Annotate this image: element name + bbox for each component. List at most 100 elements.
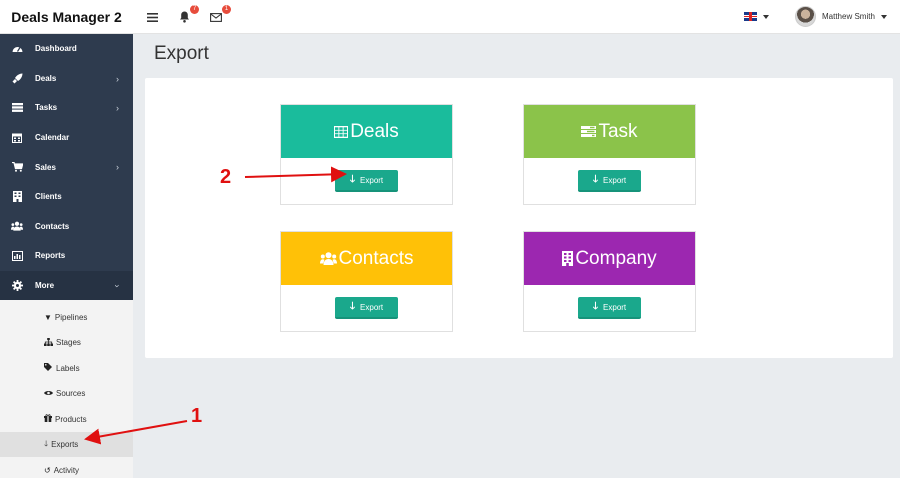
building-icon	[562, 251, 574, 266]
export-card-task: Task 🡓 Export	[523, 104, 696, 205]
history-icon: ↺	[44, 465, 51, 475]
notifications-badge: 7	[190, 5, 199, 14]
sidebar-item-label: Dashboard	[35, 44, 77, 54]
button-label: Export	[603, 302, 627, 312]
sidebar-item-label: Sales	[35, 162, 56, 172]
card-body: 🡓 Export	[524, 285, 695, 331]
sitemap-icon	[44, 337, 53, 348]
sidebar-item-dashboard[interactable]: Dashboard	[0, 34, 133, 64]
submenu-item-label: Exports	[51, 440, 79, 450]
tags-icon	[44, 363, 53, 373]
eye-icon	[44, 389, 53, 398]
tasks-icon	[11, 102, 23, 114]
filter-icon: ▼	[44, 312, 52, 322]
page-title: Export	[154, 43, 209, 64]
submenu-item-sources[interactable]: Sources	[0, 381, 133, 407]
card-header: Task	[524, 105, 695, 158]
chart-icon	[11, 250, 23, 262]
language-selector[interactable]	[744, 12, 769, 21]
card-title: Deals	[350, 120, 399, 142]
sidebar-item-label: Clients	[35, 192, 62, 202]
sidebar-main-nav: Dashboard Deals › Tasks › Calendar Sales…	[0, 34, 133, 301]
top-bar: Deals Manager 2 7 1 Matthew Smith	[0, 0, 900, 34]
submenu-item-activity[interactable]: ↺ Activity	[0, 457, 133, 478]
sidebar-item-sales[interactable]: Sales ›	[0, 152, 133, 182]
users-icon	[319, 252, 337, 265]
submenu-item-exports[interactable]: 🡓 Exports	[0, 431, 133, 458]
submenu-item-label: Sources	[56, 389, 86, 399]
submenu-item-labels[interactable]: Labels	[0, 355, 133, 381]
submenu-item-pipelines[interactable]: ▼ Pipelines	[0, 304, 133, 330]
submenu-item-stages[interactable]: Stages	[0, 330, 133, 356]
sidebar-item-clients[interactable]: Clients	[0, 182, 133, 212]
tasks-icon	[581, 126, 597, 137]
sidebar-item-calendar[interactable]: Calendar	[0, 123, 133, 153]
sidebar-item-label: Contacts	[35, 221, 70, 231]
sidebar-item-label: More	[35, 281, 55, 291]
arrow-down-icon: 🡓	[44, 438, 49, 448]
messages-badge: 1	[222, 5, 231, 14]
export-panel: Deals 🡓 Export Task 🡓 Export Contacts 🡓 …	[145, 78, 893, 358]
submenu-item-label: Pipelines	[54, 312, 88, 322]
user-menu[interactable]: Matthew Smith	[795, 6, 887, 27]
chevron-down-icon: ›	[112, 284, 123, 288]
avatar	[795, 6, 816, 27]
messages-envelope-icon[interactable]: 1	[207, 5, 231, 25]
export-contacts-button[interactable]: 🡓 Export	[335, 297, 398, 319]
users-icon	[11, 220, 23, 232]
arrow-down-icon: 🡓	[592, 173, 599, 185]
annotation-number-1: 1	[191, 405, 203, 427]
sidebar-item-more[interactable]: More ›	[0, 270, 133, 301]
button-label: Export	[360, 302, 384, 312]
rocket-icon	[11, 72, 23, 84]
card-title: Task	[598, 120, 638, 142]
card-header: Contacts	[281, 232, 452, 285]
sidebar-item-label: Tasks	[35, 103, 58, 113]
submenu-item-label: Labels	[56, 363, 80, 373]
arrow-down-icon: 🡓	[592, 300, 599, 312]
export-deals-button[interactable]: 🡓 Export	[335, 170, 398, 192]
notifications-bell-icon[interactable]: 7	[175, 5, 199, 25]
sidebar-item-contacts[interactable]: Contacts	[0, 212, 133, 242]
user-name: Matthew Smith	[822, 12, 875, 21]
chevron-right-icon: ›	[116, 73, 119, 84]
export-card-deals: Deals 🡓 Export	[280, 104, 453, 205]
sidebar-item-label: Reports	[35, 251, 66, 261]
sidebar-item-reports[interactable]: Reports	[0, 241, 133, 271]
submenu-item-label: Activity	[53, 465, 80, 475]
calendar-icon	[11, 132, 23, 144]
card-header: Company	[524, 232, 695, 285]
card-body: 🡓 Export	[281, 285, 452, 331]
menu-toggle-icon[interactable]	[143, 9, 161, 25]
export-company-button[interactable]: 🡓 Export	[578, 297, 641, 319]
arrow-down-icon: 🡓	[349, 300, 356, 312]
button-label: Export	[603, 175, 627, 185]
export-task-button[interactable]: 🡓 Export	[578, 170, 641, 192]
chevron-down-icon	[880, 14, 887, 19]
annotation-number-2: 2	[220, 166, 232, 188]
chevron-right-icon: ›	[116, 162, 119, 173]
submenu-item-products[interactable]: Products	[0, 406, 133, 432]
app-title[interactable]: Deals Manager 2	[0, 0, 133, 34]
more-submenu: ▼ Pipelines Stages Labels Sources Produc…	[0, 300, 133, 478]
gear-icon	[11, 280, 23, 292]
arrow-down-icon: 🡓	[349, 173, 356, 185]
sidebar-item-deals[interactable]: Deals ›	[0, 64, 133, 94]
dashboard-icon	[11, 43, 23, 55]
card-body: 🡓 Export	[281, 158, 452, 204]
card-title: Company	[575, 247, 657, 269]
chevron-down-icon	[763, 14, 769, 19]
uk-flag-icon	[744, 12, 757, 21]
card-body: 🡓 Export	[524, 158, 695, 204]
export-card-contacts: Contacts 🡓 Export	[280, 231, 453, 332]
sidebar-item-label: Deals	[35, 73, 57, 83]
sidebar-item-label: Calendar	[35, 133, 70, 143]
button-label: Export	[360, 175, 384, 185]
table-icon	[334, 125, 349, 138]
sidebar-item-tasks[interactable]: Tasks ›	[0, 93, 133, 123]
export-card-company: Company 🡓 Export	[523, 231, 696, 332]
card-title: Contacts	[338, 247, 414, 269]
building-icon	[11, 191, 23, 203]
card-header: Deals	[281, 105, 452, 158]
cart-icon	[11, 161, 23, 173]
